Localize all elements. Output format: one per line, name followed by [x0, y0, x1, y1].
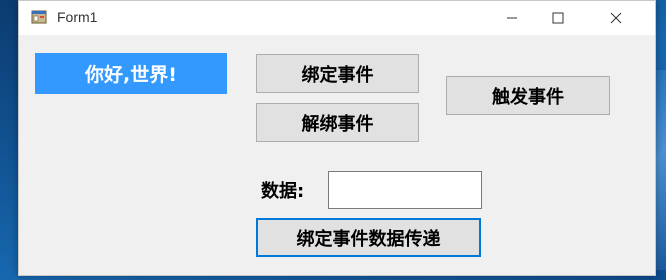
form-client-area: 你好,世界! 绑定事件 解绑事件 触发事件 数据: 绑定事件数据传递 — [19, 35, 655, 275]
data-label: 数据: — [261, 181, 305, 202]
unbind-event-button[interactable]: 解绑事件 — [256, 103, 419, 142]
form-window: Form1 你好,世界! 绑定事件 解绑事件 触发事件 数据: 绑定事件数据传递 — [18, 0, 656, 276]
window-title: Form1 — [57, 9, 98, 25]
bind-event-data-pass-button[interactable]: 绑定事件数据传递 — [256, 218, 481, 257]
maximize-button[interactable] — [535, 1, 581, 35]
minimize-icon — [506, 9, 518, 28]
close-icon — [610, 9, 622, 28]
hello-world-label: 你好,世界! — [35, 53, 227, 94]
bind-event-button[interactable]: 绑定事件 — [256, 54, 419, 93]
maximize-icon — [552, 9, 564, 28]
data-input[interactable] — [328, 171, 482, 209]
fire-event-button[interactable]: 触发事件 — [446, 76, 610, 115]
minimize-button[interactable] — [489, 1, 535, 35]
close-button[interactable] — [593, 1, 639, 35]
title-bar[interactable]: Form1 — [19, 1, 655, 35]
winforms-form-icon[interactable] — [31, 9, 47, 25]
